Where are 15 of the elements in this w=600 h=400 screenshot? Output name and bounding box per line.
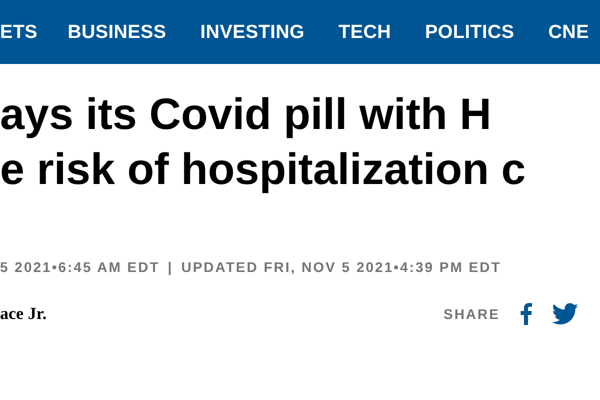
nav-link[interactable]: ETS [0,22,38,44]
nav-link[interactable]: INVESTING [200,22,305,44]
nav-link[interactable]: BUSINESS [68,22,166,44]
nav-link[interactable]: TECH [338,22,392,44]
published-time: 5 2021•6:45 AM EDT [0,259,160,275]
author-name: ace Jr. [0,304,47,324]
nav-link[interactable]: POLITICS [425,22,514,44]
headline-text: ays its Covid pill with H [0,89,492,141]
nav-link[interactable]: CNE [548,22,589,44]
share-label: SHARE [443,306,500,322]
headline-text: e risk of hospitalization c [0,144,526,196]
updated-time: UPDATED FRI, NOV 5 2021•4:39 PM EDT [181,259,502,275]
separator-text: | [168,259,174,275]
twitter-icon[interactable] [552,303,578,325]
facebook-icon[interactable] [520,303,532,325]
